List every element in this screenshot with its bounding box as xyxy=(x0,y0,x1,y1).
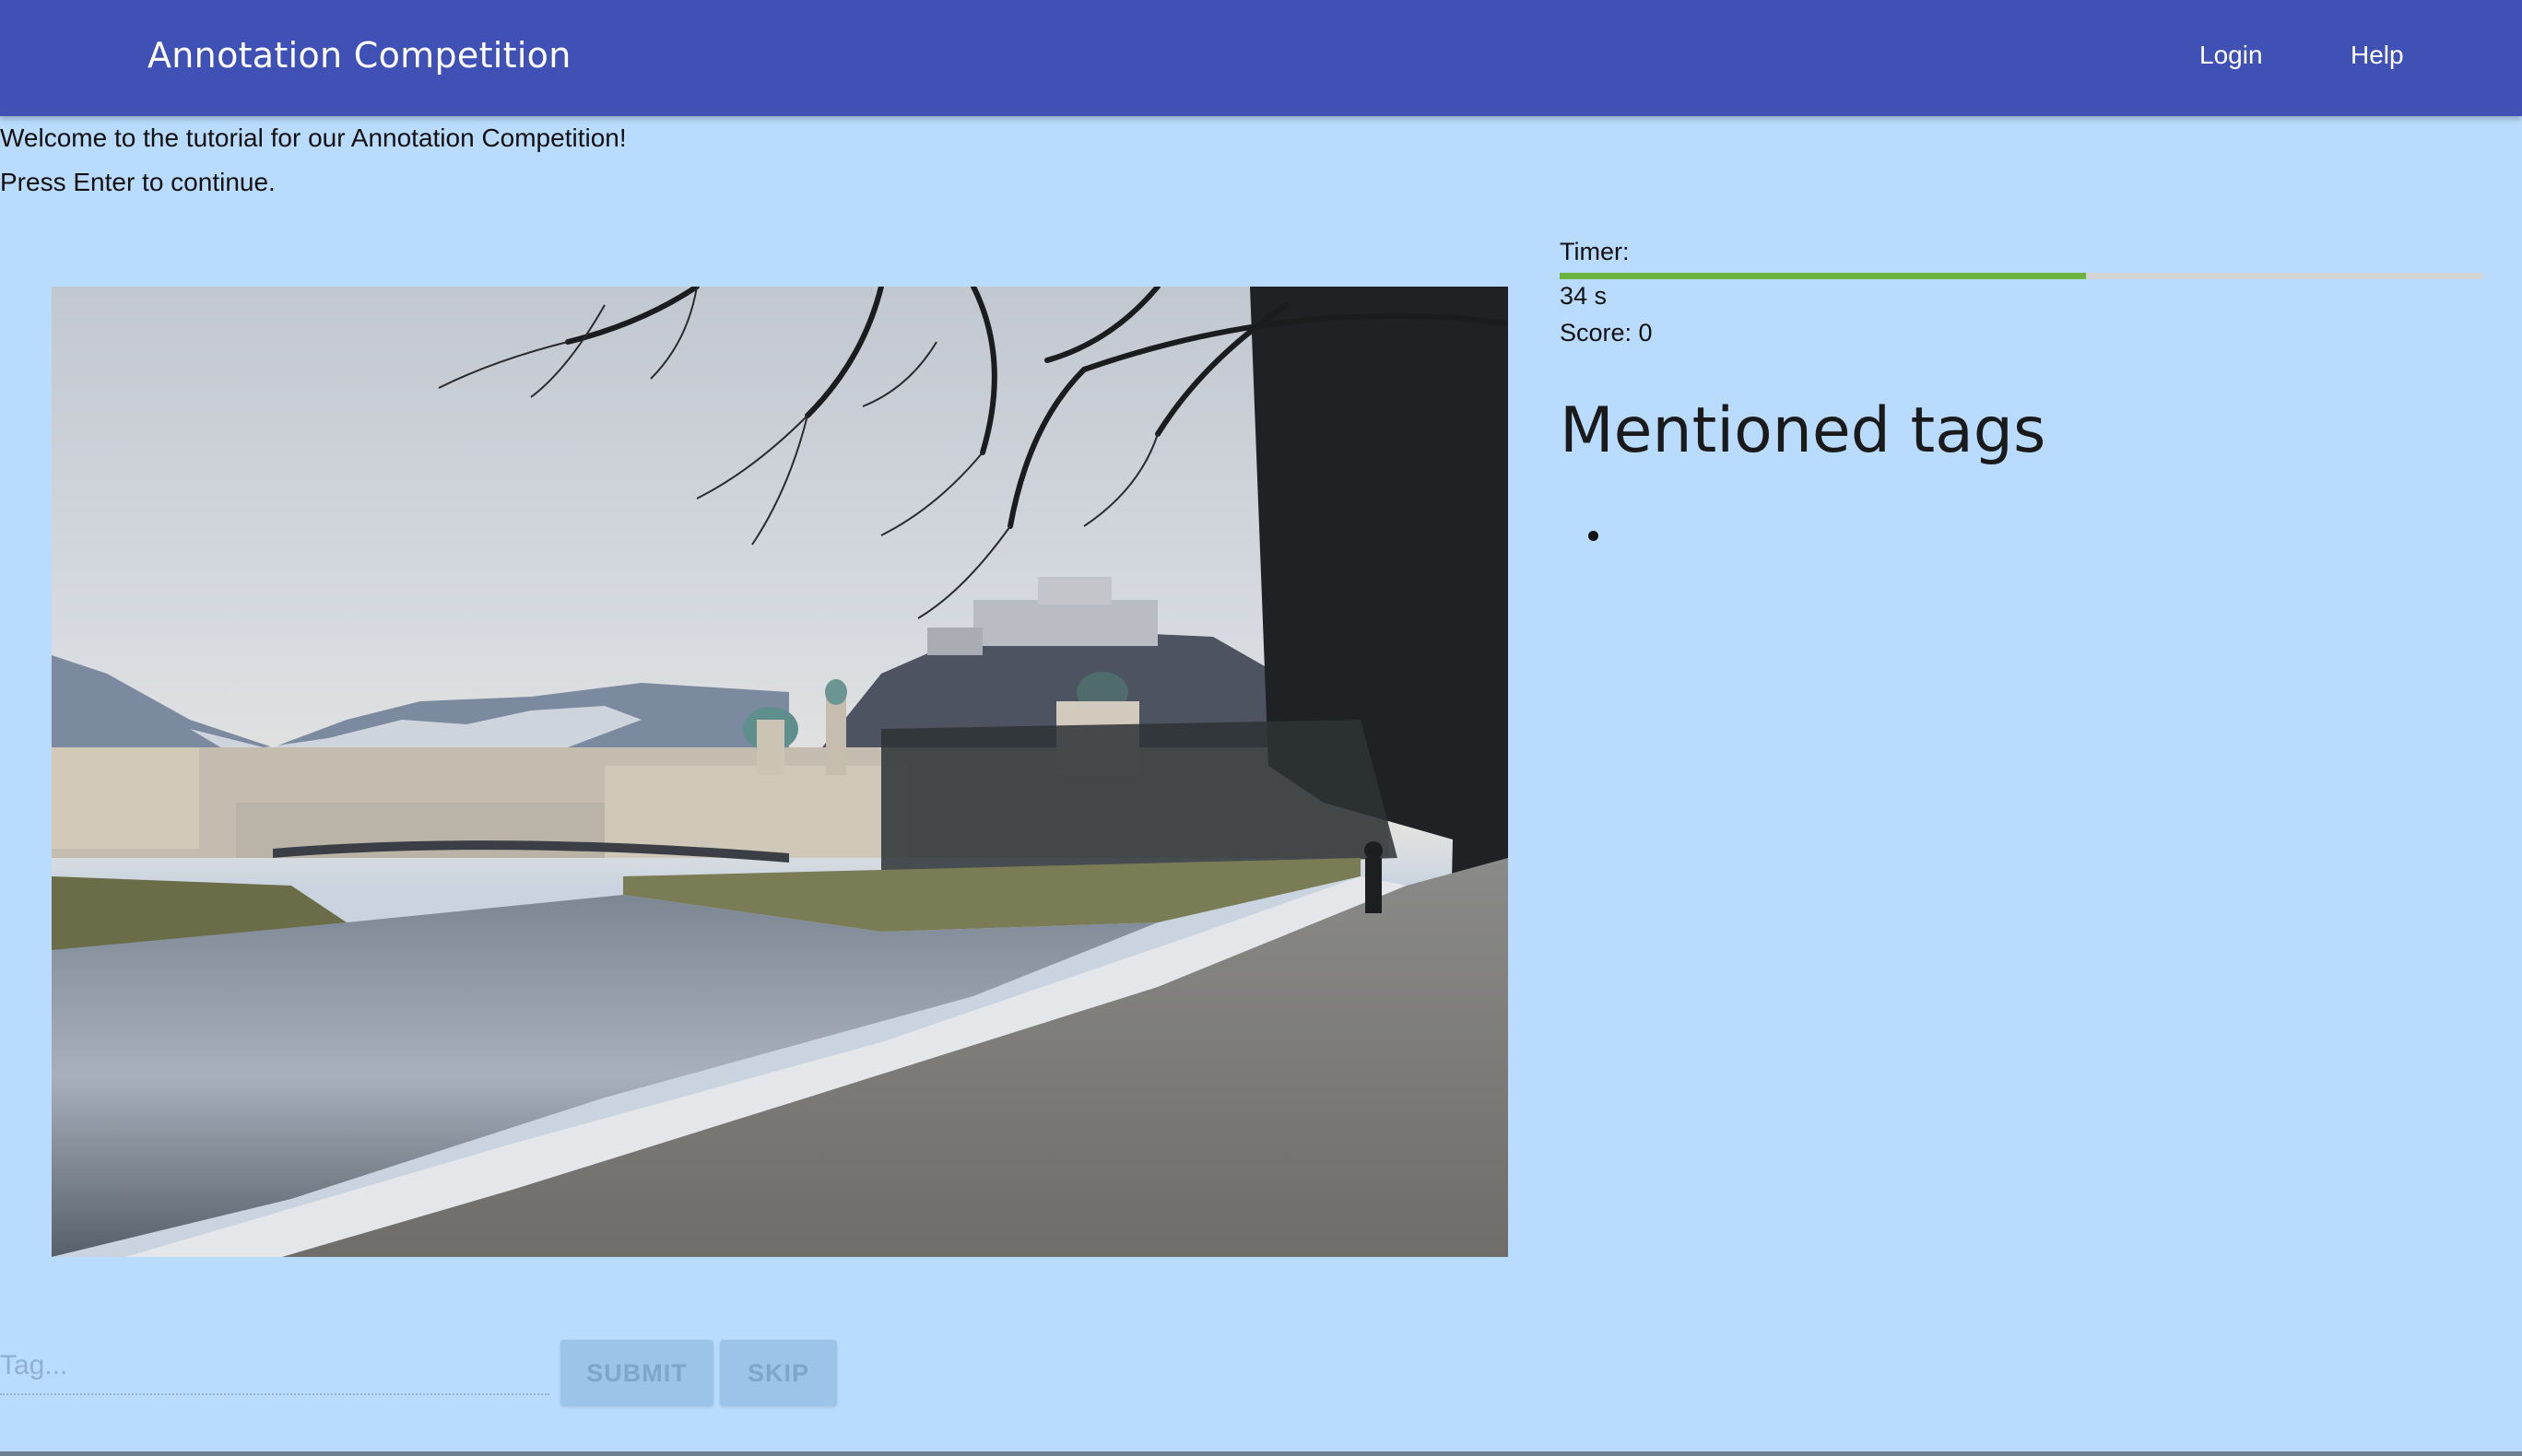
app-title: Annotation Competition xyxy=(147,35,572,76)
tag-input[interactable] xyxy=(0,1338,549,1395)
help-button[interactable]: Help xyxy=(2351,41,2404,70)
timer-progress-fill xyxy=(1560,273,2087,279)
mentioned-tags-heading: Mentioned tags xyxy=(1560,394,2046,467)
skip-button[interactable]: SKIP xyxy=(720,1340,837,1406)
score-text: Score: 0 xyxy=(1560,319,1653,346)
submit-button[interactable]: SUBMIT xyxy=(560,1340,713,1406)
mentioned-tags-list xyxy=(1560,516,2168,557)
annotation-image xyxy=(52,287,1508,1257)
timer-label: Timer: xyxy=(1560,238,1630,265)
timer-progress-bar xyxy=(1560,273,2483,279)
tutorial-instruction-text: Press Enter to continue. xyxy=(0,168,276,196)
app-bar: Annotation Competition Login Help xyxy=(0,0,2522,116)
tag-list-item xyxy=(1615,516,2168,557)
tutorial-welcome-text: Welcome to the tutorial for our Annotati… xyxy=(0,123,627,152)
login-button[interactable]: Login xyxy=(2199,41,2263,70)
timer-value: 34 s xyxy=(1560,282,1608,310)
bottom-divider xyxy=(0,1451,2522,1456)
